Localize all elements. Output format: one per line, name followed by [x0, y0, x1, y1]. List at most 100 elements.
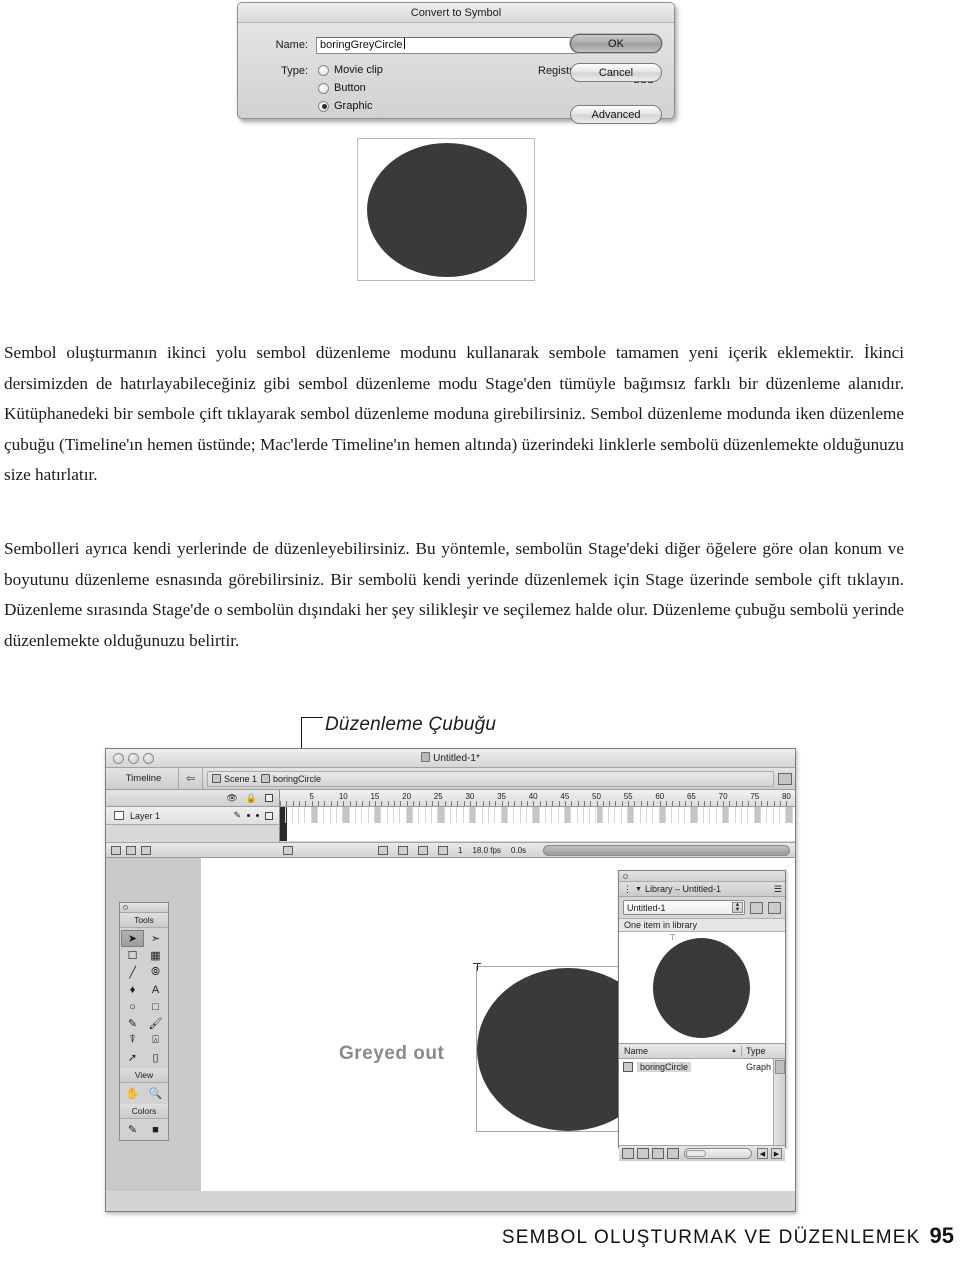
text-tool-icon[interactable]: A	[144, 981, 167, 998]
collapse-icon[interactable]	[623, 873, 628, 879]
breadcrumb-scene[interactable]: Scene 1	[212, 774, 257, 784]
arrow-tool-icon[interactable]: ➤	[121, 930, 144, 947]
timeline-area: 👁 🔒 Layer 1 ✎ 5 10 15 20 25 30 35 40 45 50 55 60 65 7…	[106, 790, 795, 842]
new-folder-icon[interactable]	[637, 1148, 649, 1159]
sort-ascending-icon[interactable]: ▲	[731, 1048, 737, 1054]
eyedropper-tool-icon[interactable]: ➚	[121, 1049, 144, 1066]
timeline-scrollbar[interactable]	[543, 844, 790, 856]
eraser-tool-icon[interactable]: ▯	[144, 1049, 167, 1066]
new-symbol-icon[interactable]	[622, 1148, 634, 1159]
delete-icon[interactable]	[667, 1148, 679, 1159]
edit-scene-icon[interactable]	[778, 772, 792, 785]
onion-skin-outlines-icon[interactable]	[398, 845, 408, 855]
subselect-tool-icon[interactable]: ➣	[144, 930, 167, 947]
lasso-tool-icon[interactable]: ⦾	[144, 964, 167, 981]
oval-tool-icon[interactable]: ○	[121, 998, 144, 1015]
insert-layer-icon[interactable]	[111, 845, 121, 855]
properties-icon[interactable]	[652, 1148, 664, 1159]
pen-tool-icon[interactable]: ♦	[121, 981, 144, 998]
fill-color-icon[interactable]: ■	[144, 1121, 167, 1138]
disclosure-triangle-icon[interactable]: ▼	[635, 886, 642, 893]
panel-options-menu-icon[interactable]: ☰	[774, 884, 782, 895]
pencil-tool-icon[interactable]: ✎	[121, 1015, 144, 1032]
ruler-tick	[704, 801, 706, 806]
library-list-item[interactable]: boringCircle Graph	[619, 1059, 785, 1074]
lock-icon[interactable]: 🔒	[246, 793, 257, 804]
ok-button[interactable]: OK	[570, 34, 662, 53]
breadcrumb-symbol-label: boringCircle	[273, 773, 322, 784]
ink-bottle-tool-icon[interactable]: ⍒	[121, 1032, 144, 1049]
ruler-tick	[381, 801, 383, 806]
library-panel-title: Library – Untitled-1	[644, 884, 721, 894]
timeline-frame-strip[interactable]	[280, 807, 795, 841]
chevron-updown-icon[interactable]: ▲ ▼	[732, 902, 743, 913]
dialog-body: Name: boringGreyCircle Type: Movie clip …	[238, 23, 674, 124]
timeline-frame-cell[interactable]	[786, 807, 793, 823]
symbol-name-input[interactable]: boringGreyCircle	[316, 36, 601, 54]
fill-transform-tool-icon[interactable]: ▦	[144, 947, 167, 964]
advanced-button[interactable]: Advanced	[570, 105, 662, 124]
free-transform-tool-icon[interactable]: ☐	[121, 947, 144, 964]
ruler-tick	[507, 801, 509, 806]
ruler-tick-label: 35	[497, 792, 506, 801]
visibility-dot[interactable]	[247, 814, 250, 817]
radio-button[interactable]: Button	[318, 79, 383, 97]
ruler-tick	[685, 801, 687, 806]
insert-folder-icon[interactable]	[141, 845, 151, 855]
ruler-tick	[533, 801, 535, 806]
library-document-select[interactable]: Untitled-1 ▲ ▼	[623, 900, 745, 915]
pin-library-icon[interactable]	[750, 901, 763, 914]
colors-section-title: Colors	[120, 1104, 168, 1119]
timeline-tab[interactable]: Timeline	[109, 768, 179, 789]
edit-multiple-frames-icon[interactable]	[418, 845, 428, 855]
window-title-wrap: Untitled-1*	[106, 752, 795, 764]
delete-layer-icon[interactable]	[283, 845, 293, 855]
new-library-panel-icon[interactable]	[768, 901, 781, 914]
library-panel-grip[interactable]	[619, 871, 785, 882]
fps-indicator[interactable]: 18.0 fps	[472, 846, 500, 855]
ruler-tick	[292, 801, 294, 806]
collapse-icon[interactable]	[123, 905, 128, 910]
radio-movie-clip[interactable]: Movie clip	[318, 61, 383, 79]
grip-dots-icon[interactable]: ⋮	[623, 884, 632, 895]
radio-icon-selected	[318, 100, 329, 112]
stroke-color-icon[interactable]: ✎	[121, 1121, 144, 1138]
ruler-tick	[317, 801, 319, 806]
cancel-button[interactable]: Cancel	[570, 63, 662, 82]
outline-square[interactable]	[265, 811, 273, 820]
scroll-left-icon[interactable]: ◀	[757, 1148, 768, 1159]
add-motion-guide-icon[interactable]	[126, 845, 136, 855]
brush-tool-icon[interactable]: 🖌	[144, 1015, 167, 1032]
ruler-tick	[343, 801, 345, 806]
back-arrow-icon[interactable]: ⇦	[179, 768, 203, 789]
ruler-tick	[400, 801, 402, 806]
breadcrumb-symbol[interactable]: boringCircle	[261, 774, 321, 784]
column-header-name[interactable]: Name ▲	[619, 1046, 741, 1056]
ruler-tick	[672, 801, 674, 806]
timeline-ruler[interactable]: 5 10 15 20 25 30 35 40 45 50 55 60 65 70 75 80	[280, 790, 795, 807]
modify-onion-markers-icon[interactable]	[438, 845, 448, 855]
column-header-type[interactable]: Type	[741, 1046, 785, 1056]
tools-panel-grip[interactable]	[120, 903, 168, 913]
window-titlebar: Untitled-1*	[106, 749, 795, 768]
rectangle-tool-icon[interactable]: □	[144, 998, 167, 1015]
scrollbar-thumb[interactable]	[686, 1150, 706, 1157]
radio-graphic[interactable]: Graphic	[318, 97, 383, 115]
hand-tool-icon[interactable]: ✋	[121, 1085, 144, 1102]
onion-skin-icon[interactable]	[378, 845, 388, 855]
paint-bucket-tool-icon[interactable]: ⍓	[144, 1032, 167, 1049]
scrollbar-thumb[interactable]	[775, 1060, 785, 1074]
lock-dot[interactable]	[256, 814, 259, 817]
zoom-tool-icon[interactable]: 🔍	[144, 1085, 167, 1102]
timeline-status-bar: 1 18.0 fps 0.0s	[106, 842, 795, 858]
ruler-tick	[419, 801, 421, 806]
scroll-right-icon[interactable]: ▶	[771, 1148, 782, 1159]
ruler-tick	[450, 801, 452, 806]
line-tool-icon[interactable]: ╱	[121, 964, 144, 981]
library-horizontal-scrollbar[interactable]	[684, 1148, 752, 1159]
outline-icon[interactable]	[265, 794, 273, 802]
ruler-tick	[609, 801, 611, 806]
layer-row[interactable]: Layer 1 ✎	[106, 807, 279, 825]
eye-icon[interactable]: 👁	[226, 793, 237, 804]
library-vertical-scrollbar[interactable]	[773, 1059, 785, 1145]
